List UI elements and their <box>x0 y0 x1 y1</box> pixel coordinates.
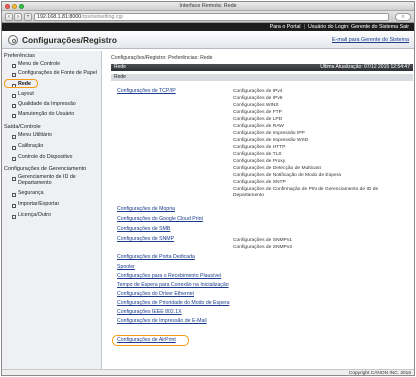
sidebar-item-security[interactable]: Segurança <box>2 190 44 197</box>
link-sleep-mode-priority-settings[interactable]: Configurações de Prioridade do Modo de E… <box>117 300 229 307</box>
section-title: Rede <box>114 64 126 70</box>
sidebar-item-user-maintenance[interactable]: Manutenção do Usuário <box>2 111 74 118</box>
sidebar-item-calibration[interactable]: Calibração <box>2 143 43 150</box>
tcpip-sub-item: Configurações de Impressão WSD <box>233 138 309 143</box>
snmp-sub-item: Configurações de SNMPv1 <box>233 238 292 243</box>
airprint-highlight-callout <box>112 335 189 346</box>
window-title: Interface Remota: Rede <box>179 3 237 9</box>
link-plausible-receive-settings[interactable]: Configurações para o Recebimento Plausív… <box>117 273 221 280</box>
tcpip-sub-item: Configurações de SNTP <box>233 180 286 185</box>
sidebar-item-control-menu[interactable]: Menu de Controle <box>2 61 60 68</box>
tcpip-sub-item: Configurações de RAW <box>233 124 284 129</box>
page-title: Configurações/Registro <box>22 35 117 45</box>
address-bar[interactable]: 192.168.1.81:8000/rps/netsetting.cgi <box>34 13 389 21</box>
sidebar-item-department-id[interactable]: Gerenciamento de ID de Departamento <box>2 174 94 186</box>
sidebar-section-preferences: Preferências <box>4 53 35 59</box>
link-mopria-settings[interactable]: Configurações de Mopria <box>117 206 175 213</box>
subsection-bar: Rede <box>111 74 413 81</box>
tcpip-sub-item: Configurações WINS <box>233 103 279 108</box>
link-ethernet-driver-settings[interactable]: Configurações do Driver Ethernet <box>117 291 194 298</box>
url-path: /rps/netsetting.cgi <box>81 14 123 20</box>
login-user-info[interactable]: Usuário do Login: Gerente do Sistema Sai… <box>308 24 409 30</box>
sidebar-item-paper-source[interactable]: Configurações de Fonte de Papel <box>2 70 97 77</box>
browser-toolbar: ‹ › + 192.168.1.81:8000/rps/netsetting.c… <box>2 11 414 23</box>
sidebar: Preferências Menu de Controle Configuraç… <box>2 51 102 369</box>
sidebar-item-layout[interactable]: Layout <box>2 91 34 98</box>
link-dedicated-port-settings[interactable]: Configurações de Porta Dedicada <box>117 254 195 261</box>
tcpip-sub-item: Departamento <box>233 193 264 198</box>
link-smb-settings[interactable]: Configurações de SMB <box>117 226 170 233</box>
link-ieee8021x-settings[interactable]: Configurações IEEE 802.1X <box>117 309 182 316</box>
link-google-cloud-print-settings[interactable]: Configurações do Google Cloud Print <box>117 216 203 223</box>
sidebar-section-management: Configurações de Gerenciamento <box>4 166 87 172</box>
tcpip-sub-item: Configurações de IPv6 <box>233 96 283 101</box>
sidebar-item-print-quality[interactable]: Qualidade da Impressão <box>2 101 76 108</box>
page-header: Configurações/Registro E-mail para Geren… <box>2 31 414 49</box>
back-button[interactable]: ‹ <box>5 13 13 21</box>
tcpip-sub-item: Configurações de LPD <box>233 117 283 122</box>
last-update-timestamp: Última Atualização: 07/12 2015 12:54:47 <box>320 64 410 70</box>
section-title-bar: Rede Última Atualização: 07/12 2015 12:5… <box>111 64 413 71</box>
tcpip-sub-item: Configurações de Proxy <box>233 159 286 164</box>
breadcrumb: Configurações/Registro: Preferências: Re… <box>111 55 213 61</box>
sidebar-item-utility-menu[interactable]: Menu Utilitário <box>2 132 52 139</box>
add-bookmark-button[interactable]: + <box>24 13 32 21</box>
tcpip-sub-item: Configurações de Impressão IPP <box>233 131 305 136</box>
sidebar-section-output-control: Saída/Controle <box>4 124 41 130</box>
snmp-sub-item: Configurações de SNMPv3 <box>233 245 292 250</box>
settings-logo-icon <box>8 35 18 45</box>
forward-button[interactable]: › <box>14 13 22 21</box>
main-content: Configurações/Registro: Preferências: Re… <box>103 51 414 369</box>
sidebar-item-device-control[interactable]: Controle do Dispositivo <box>2 154 72 161</box>
tcpip-sub-item: Configurações de IPv4 <box>233 89 283 94</box>
search-icon[interactable]: ⌕ <box>395 13 411 21</box>
link-email-print-settings[interactable]: Configurações de Impressão de E-Mail <box>117 318 207 325</box>
tcpip-sub-item: Configurações de TLS <box>233 152 282 157</box>
tcpip-sub-item: Configurações de FTP <box>233 110 282 115</box>
tcpip-sub-item: Configurações de Notificação de Modo de … <box>233 173 341 178</box>
tcpip-sub-item: Configurações de Detecção de Multicast <box>233 166 321 171</box>
email-admin-link[interactable]: E-mail para Gerente do Sistema <box>332 37 409 43</box>
link-snmp-settings[interactable]: Configurações de SNMP <box>117 236 174 243</box>
subsection-title: Rede <box>114 74 126 80</box>
close-window-button[interactable] <box>5 4 10 9</box>
copyright-text: Copyright CANON INC. 2016 <box>348 371 411 376</box>
tcpip-sub-item: Configurações de HTTP <box>233 145 286 150</box>
sidebar-item-import-export[interactable]: Importar/Exportar <box>2 201 59 208</box>
top-navigation-bar: Para o Portal | Usuário do Login: Gerente … <box>2 23 414 31</box>
sidebar-item-license-other[interactable]: Licença/Outro <box>2 212 51 219</box>
browser-window: Interface Remota: Rede ‹ › + 192.168.1.8… <box>1 1 415 376</box>
link-tcpip-settings[interactable]: Configurações de TCP/IP <box>117 88 176 95</box>
network-highlight-callout <box>4 79 38 88</box>
url-host: 192.168.1.81:8000 <box>37 14 82 20</box>
zoom-window-button[interactable] <box>19 4 24 9</box>
footer: Copyright CANON INC. 2016 <box>2 369 414 376</box>
link-spooler[interactable]: Spooler <box>117 264 135 271</box>
link-startup-wait-time[interactable]: Tempo de Espera para Conexão na Iniciali… <box>117 282 229 289</box>
window-titlebar: Interface Remota: Rede <box>2 2 414 11</box>
portal-link[interactable]: Para o Portal <box>270 24 301 30</box>
minimize-window-button[interactable] <box>12 4 17 9</box>
